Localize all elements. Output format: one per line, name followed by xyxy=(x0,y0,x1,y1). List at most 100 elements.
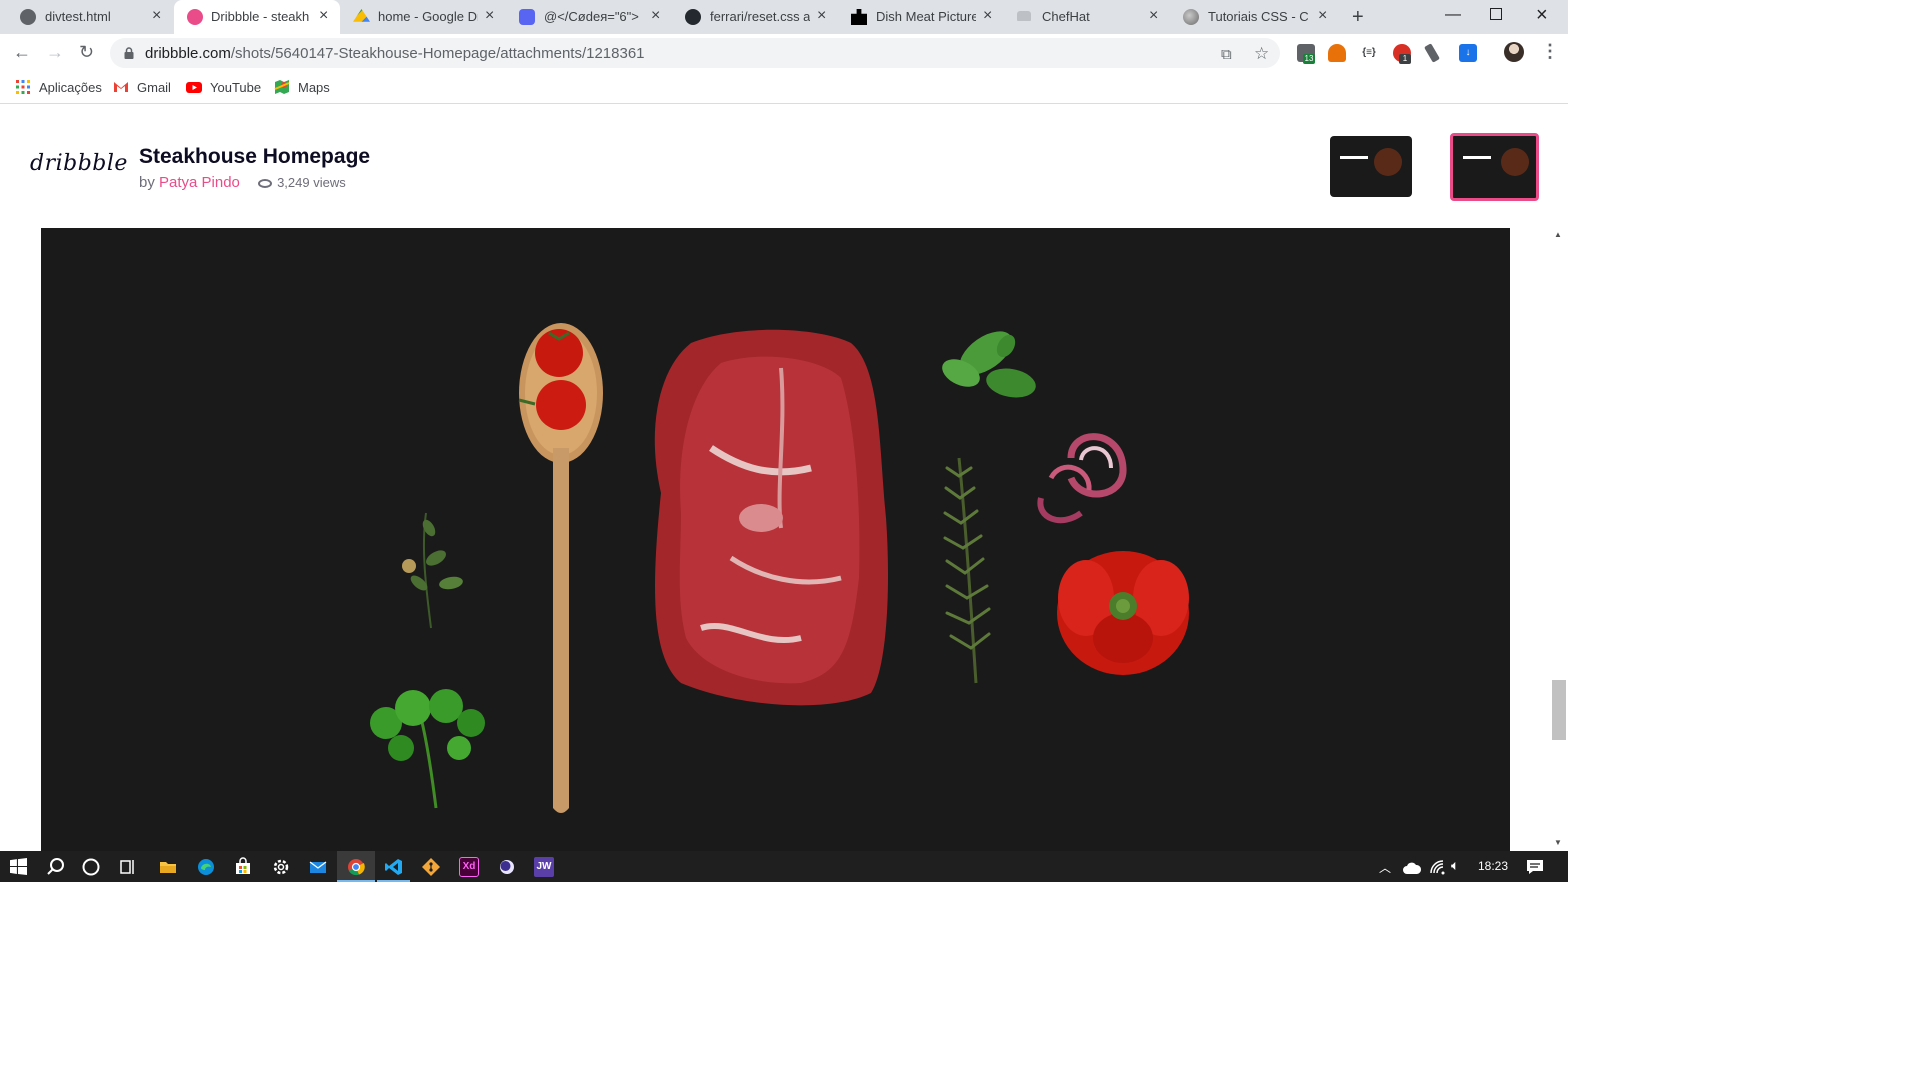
new-tab-plus-icon[interactable]: + xyxy=(1352,6,1364,29)
chef-hat-icon xyxy=(1017,11,1031,21)
onedrive-cloud-icon[interactable] xyxy=(1402,859,1422,879)
tab-dribbble[interactable]: Dribbble - steakhouse × xyxy=(174,0,340,34)
url-path: /shots/5640147-Steakhouse-Homepage/attac… xyxy=(230,45,645,62)
cortana-icon[interactable] xyxy=(81,857,101,877)
site-avatar-icon xyxy=(1183,9,1199,25)
youtube-icon xyxy=(186,82,202,93)
tab-chefhat[interactable]: ChefHat × xyxy=(1006,0,1172,34)
bookmark-apps[interactable]: Aplicações xyxy=(15,79,102,95)
bookmark-gmail[interactable]: Gmail xyxy=(113,79,171,95)
tab-github[interactable]: ferrari/reset.css at × xyxy=(674,0,840,34)
reload-icon[interactable]: ↻ xyxy=(79,42,94,63)
tab-divtest[interactable]: divtest.html × xyxy=(0,0,172,34)
windows-taskbar: Xd JW ︿ 🔈︎ 18:23 xyxy=(0,851,1568,882)
page-title: Steakhouse Homepage xyxy=(139,145,371,168)
bookmark-label: Aplicações xyxy=(39,79,102,95)
herb-sprig xyxy=(402,512,463,629)
clock-time[interactable]: 18:23 xyxy=(1478,859,1508,873)
json-extension-icon[interactable]: {≡} xyxy=(1360,44,1378,62)
minimize-icon[interactable]: — xyxy=(1445,6,1461,24)
bookmark-label: YouTube xyxy=(210,79,262,95)
close-tab-icon[interactable]: × xyxy=(983,8,992,24)
extension-2-icon[interactable] xyxy=(1328,44,1346,62)
star-bookmark-icon[interactable]: ☆ xyxy=(1254,44,1269,64)
thumbnail-text-line xyxy=(1340,156,1368,159)
app-icon[interactable] xyxy=(497,857,517,877)
rosemary xyxy=(943,457,991,684)
chrome-active-indicator xyxy=(337,880,375,882)
lock-icon xyxy=(124,46,134,59)
vscode-active-indicator xyxy=(377,880,410,882)
vscode-icon[interactable] xyxy=(384,857,404,877)
maps-icon xyxy=(274,80,290,94)
gmail-icon xyxy=(114,82,128,92)
address-bar[interactable]: dribbble.com/shots/5640147-Steakhouse-Ho… xyxy=(110,38,1280,68)
close-window-icon[interactable]: × xyxy=(1536,4,1548,27)
close-tab-icon[interactable]: × xyxy=(319,8,328,24)
chrome-icon[interactable] xyxy=(346,857,366,877)
show-hidden-icons-chevron-icon[interactable]: ︿ xyxy=(1379,859,1391,876)
search-icon[interactable] xyxy=(46,857,66,877)
scroll-down-arrow-icon[interactable]: ▼ xyxy=(1554,838,1562,847)
wifi-icon[interactable] xyxy=(1428,858,1448,878)
shot-byline: by Patya Pindo 3,249 views xyxy=(139,174,346,191)
basil-leaves xyxy=(942,331,1036,398)
settings-icon[interactable] xyxy=(271,857,291,877)
apps-grid-icon xyxy=(16,80,30,94)
attachment-thumbnail-1[interactable] xyxy=(1330,136,1412,197)
scrollbar-thumb[interactable] xyxy=(1552,680,1566,740)
eye-icon xyxy=(258,179,273,189)
menu-kebab-icon[interactable]: ⋮ xyxy=(1541,41,1559,62)
browser-toolbar: ← → ↻ dribbble.com/shots/5640147-Steakho… xyxy=(0,34,1568,72)
windows-start-icon[interactable] xyxy=(10,858,27,875)
close-tab-icon[interactable]: × xyxy=(817,8,826,24)
globe-icon xyxy=(20,9,36,25)
tab-tutoriais-css[interactable]: Tutoriais CSS - Con × xyxy=(1172,0,1338,34)
back-icon[interactable]: ← xyxy=(13,42,31,63)
xd-icon[interactable]: Xd xyxy=(459,857,479,877)
store-icon[interactable] xyxy=(233,857,253,877)
attachment-thumbnail-2[interactable] xyxy=(1450,133,1539,201)
thumbnail-food-image xyxy=(1374,148,1402,176)
extension-badge: 1 xyxy=(1399,54,1411,64)
mail-icon[interactable] xyxy=(308,857,328,877)
close-tab-icon[interactable]: × xyxy=(1149,8,1158,24)
forward-icon[interactable]: → xyxy=(46,42,64,63)
edge-icon[interactable] xyxy=(196,857,216,877)
bookmark-youtube[interactable]: YouTube xyxy=(186,79,261,95)
author-link[interactable]: Patya Pindo xyxy=(159,174,240,191)
download-extension-icon[interactable]: ↓ xyxy=(1459,44,1477,62)
task-view-icon[interactable] xyxy=(118,857,138,877)
profile-avatar-icon[interactable] xyxy=(1504,42,1524,62)
tab-discord[interactable]: @</Cødeя="6"> × xyxy=(508,0,674,34)
page-scrollbar[interactable]: ▲ ▼ xyxy=(1550,228,1568,851)
git-icon[interactable] xyxy=(421,857,441,877)
tab-dish-meat-pictures[interactable]: Dish Meat Pictures × xyxy=(840,0,1006,34)
by-label: by xyxy=(139,174,155,191)
color-picker-extension-icon[interactable] xyxy=(1424,43,1440,63)
url-text: dribbble.com/shots/5640147-Steakhouse-Ho… xyxy=(145,45,645,62)
wooden-spoon xyxy=(518,323,603,813)
jw-icon[interactable]: JW xyxy=(534,857,554,877)
extension-4-icon[interactable]: 1 xyxy=(1393,44,1411,64)
bookmark-maps[interactable]: Maps xyxy=(274,79,330,95)
close-tab-icon[interactable]: × xyxy=(1318,8,1327,24)
volume-icon[interactable]: 🔈︎ xyxy=(1451,857,1459,874)
views-label: 3,249 views xyxy=(277,175,346,190)
red-bell-pepper xyxy=(1057,551,1189,675)
scroll-up-arrow-icon[interactable]: ▲ xyxy=(1554,230,1562,239)
action-center-notification-icon[interactable] xyxy=(1525,857,1545,877)
extension-badge: 13 xyxy=(1303,54,1315,64)
github-icon xyxy=(685,9,701,25)
close-tab-icon[interactable]: × xyxy=(152,8,161,24)
extension-1-icon[interactable]: 13 xyxy=(1297,44,1315,64)
views-count: 3,249 views xyxy=(258,175,346,190)
tab-google-drive[interactable]: home - Google Drive × xyxy=(342,0,508,34)
restore-icon[interactable] xyxy=(1490,8,1502,20)
translate-icon[interactable]: ⧉ xyxy=(1221,46,1232,63)
dribbble-logo[interactable]: dribbble xyxy=(30,151,128,176)
close-tab-icon[interactable]: × xyxy=(651,8,660,24)
close-tab-icon[interactable]: × xyxy=(485,8,494,24)
parsley xyxy=(370,689,485,809)
file-explorer-icon[interactable] xyxy=(158,857,178,877)
